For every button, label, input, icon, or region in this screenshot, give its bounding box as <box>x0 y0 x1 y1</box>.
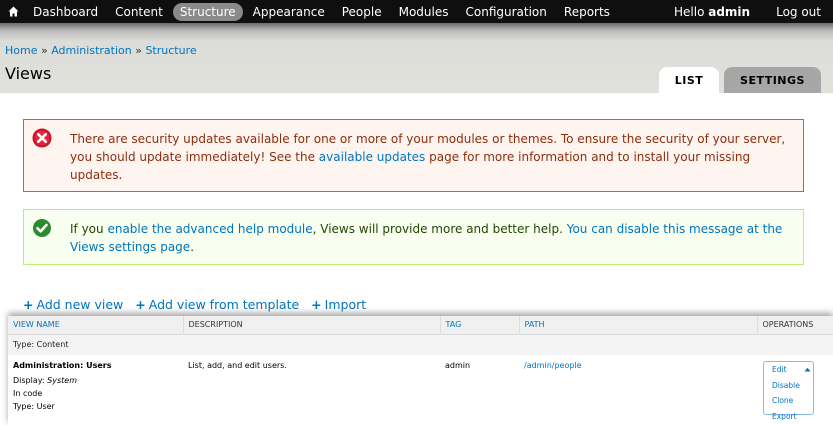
menu-item-appearance[interactable]: Appearance <box>246 3 332 21</box>
error-text: There are security updates available for… <box>70 130 793 191</box>
breadcrumb-separator: » <box>37 44 52 57</box>
advanced-help-link[interactable]: enable the advanced help module <box>107 222 312 236</box>
group-label: Type: Content <box>8 334 833 355</box>
menu-item-content[interactable]: Content <box>108 3 170 21</box>
view-type: Type: User <box>13 402 55 411</box>
table-header-row: VIEW NAME DESCRIPTION TAG PATH OPERATION… <box>8 316 833 335</box>
view-name: Administration: Users <box>13 361 112 370</box>
breadcrumb-administration[interactable]: Administration <box>51 44 132 57</box>
views-table-container: VIEW NAME DESCRIPTION TAG PATH OPERATION… <box>8 316 833 425</box>
available-updates-link[interactable]: available updates <box>319 150 426 164</box>
admin-toolbar: Dashboard Content Structure Appearance P… <box>0 0 833 23</box>
column-view-name[interactable]: VIEW NAME <box>8 316 183 335</box>
table-row: Administration: Users Display: System In… <box>8 355 833 425</box>
breadcrumb-home[interactable]: Home <box>5 44 37 57</box>
plus-icon: + <box>135 297 146 312</box>
view-operations-cell: Edit Disable Clone Export <box>757 355 833 425</box>
breadcrumb-separator: » <box>131 44 146 57</box>
add-view-from-template-label: Add view from template <box>148 297 300 312</box>
error-message: There are security updates available for… <box>23 119 804 192</box>
primary-tabs: LIST SETTINGS <box>654 67 821 93</box>
status-text-part3: . <box>190 240 195 254</box>
logout-link[interactable]: Log out <box>776 5 821 19</box>
view-path-cell: /admin/people <box>519 355 757 425</box>
view-path-link[interactable]: /admin/people <box>524 361 582 370</box>
plus-icon: + <box>23 297 34 312</box>
view-name-cell: Administration: Users Display: System In… <box>8 355 183 425</box>
breadcrumb: Home » Administration » Structure <box>5 44 197 57</box>
menu-item-reports[interactable]: Reports <box>557 3 617 21</box>
column-path[interactable]: PATH <box>518 316 757 335</box>
view-display-value: System <box>47 376 77 385</box>
check-icon <box>32 218 52 238</box>
tab-settings[interactable]: SETTINGS <box>724 67 821 93</box>
operations-dropbutton: Edit Disable Clone Export <box>763 361 814 421</box>
view-description: List, add, and edit users. <box>183 355 440 425</box>
dropbutton-toggle-icon[interactable] <box>804 365 811 374</box>
column-tag[interactable]: TAG <box>439 316 519 335</box>
column-operations: OPERATIONS <box>756 316 833 335</box>
toolbar-menu: Dashboard Content Structure Appearance P… <box>26 2 620 21</box>
menu-item-people[interactable]: People <box>335 3 389 21</box>
clone-operation[interactable]: Clone <box>764 393 813 409</box>
import-link[interactable]: + Import <box>311 297 366 312</box>
views-table: VIEW NAME DESCRIPTION TAG PATH OPERATION… <box>8 316 833 425</box>
view-tag: admin <box>440 355 519 425</box>
status-message: If you enable the advanced help module, … <box>23 209 804 265</box>
status-text: If you enable the advanced help module, … <box>70 220 793 264</box>
view-display-label: Display: <box>13 376 48 385</box>
view-storage: In code <box>13 389 43 398</box>
user-area: Hello admin Log out <box>674 5 821 19</box>
menu-item-modules[interactable]: Modules <box>392 3 456 21</box>
view-display: Display: System <box>13 374 183 387</box>
tab-list[interactable]: LIST <box>659 67 719 93</box>
import-label: Import <box>324 297 367 312</box>
action-links: + Add new view + Add view from template + I… <box>23 297 378 312</box>
status-text-part1: If you <box>70 222 108 236</box>
add-new-view-label: Add new view <box>36 297 124 312</box>
table-group-row: Type: Content <box>8 334 833 355</box>
add-view-from-template-link[interactable]: + Add view from template <box>135 297 299 312</box>
page-title: Views <box>5 64 52 83</box>
breadcrumb-structure[interactable]: Structure <box>145 44 196 57</box>
error-icon <box>32 128 52 148</box>
export-operation[interactable]: Export <box>764 409 813 425</box>
menu-item-dashboard[interactable]: Dashboard <box>26 3 105 21</box>
disable-operation[interactable]: Disable <box>764 378 813 394</box>
page-header: Home » Administration » Structure Views … <box>0 23 833 93</box>
home-icon[interactable] <box>4 0 22 23</box>
view-meta: Display: System In code Type: User <box>13 374 183 413</box>
greeting: Hello admin <box>674 5 750 19</box>
add-new-view-link[interactable]: + Add new view <box>23 297 123 312</box>
status-text-part2: , Views will provide more and better hel… <box>312 222 567 236</box>
menu-item-configuration[interactable]: Configuration <box>459 3 554 21</box>
plus-icon: + <box>311 297 322 312</box>
greeting-prefix: Hello <box>674 4 709 19</box>
menu-item-structure[interactable]: Structure <box>172 2 243 21</box>
username-link[interactable]: admin <box>708 5 750 19</box>
column-description: DESCRIPTION <box>182 316 440 335</box>
